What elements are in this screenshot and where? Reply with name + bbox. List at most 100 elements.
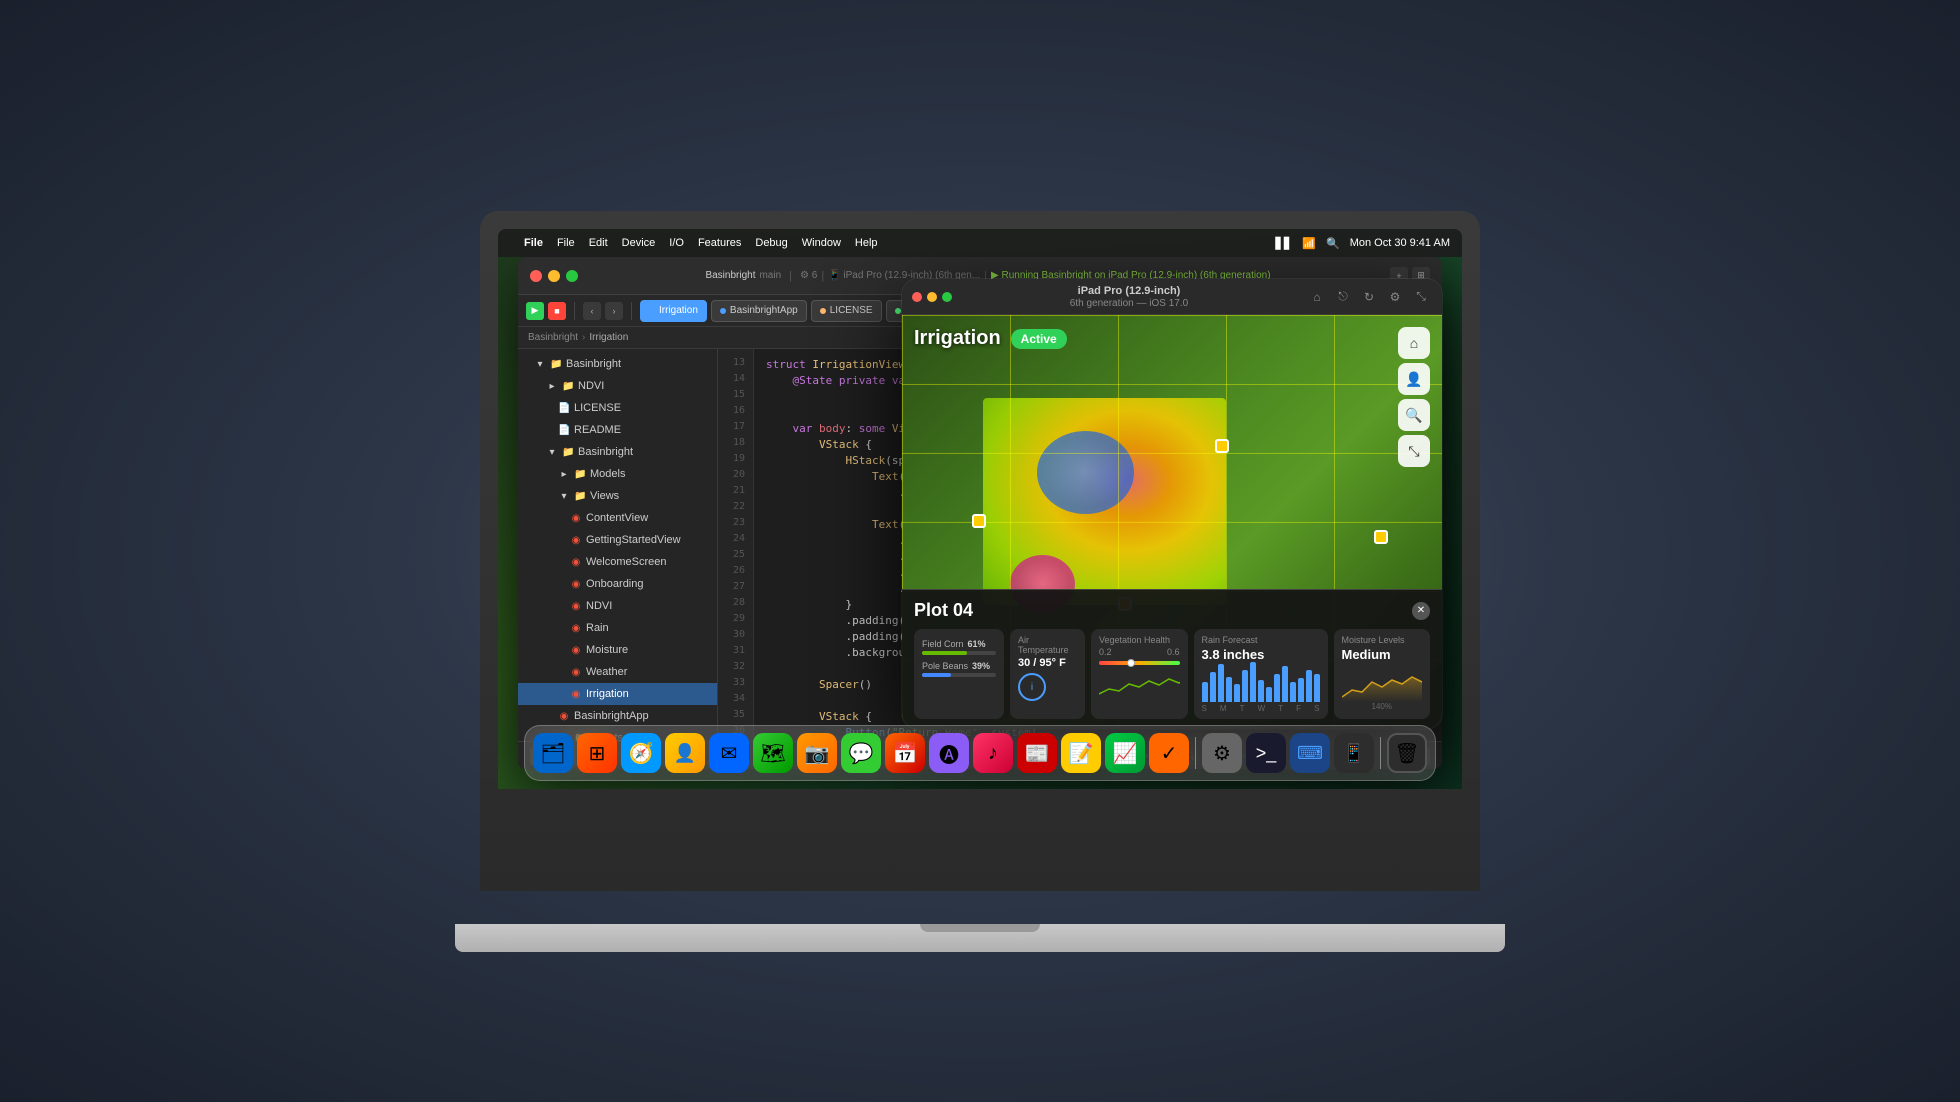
dock-terminal[interactable]: >_ bbox=[1246, 733, 1286, 773]
dock-news[interactable]: 📰 bbox=[1017, 733, 1057, 773]
dock-mail[interactable]: ✉ bbox=[709, 733, 749, 773]
dock-finder[interactable]: 🗂 bbox=[533, 733, 573, 773]
menu-help[interactable]: Help bbox=[855, 237, 878, 249]
back-button[interactable]: ‹ bbox=[583, 302, 601, 320]
menu-file[interactable]: File bbox=[557, 237, 575, 249]
dock-calendar[interactable]: 📅 bbox=[885, 733, 925, 773]
vegetation-health-bar bbox=[1099, 661, 1180, 665]
moisture-pct: 140% bbox=[1342, 702, 1423, 711]
dock-maps[interactable]: 🗺 bbox=[753, 733, 793, 773]
sidebar-item-contentview[interactable]: ◉ ContentView bbox=[518, 507, 717, 529]
dock-notes[interactable]: 📝 bbox=[1061, 733, 1101, 773]
crop-fieldcorn-bar-fill bbox=[922, 651, 967, 655]
sidebar-item-license[interactable]: 📄 LICENSE bbox=[518, 397, 717, 419]
app-menu-simulator[interactable]: File bbox=[524, 237, 543, 249]
rain-bar-5 bbox=[1234, 684, 1240, 702]
sidebar-item-basinbrightapp[interactable]: ◉ BasinbrightApp bbox=[518, 705, 717, 727]
dock-trash[interactable]: 🗑 bbox=[1387, 733, 1427, 773]
dock-reminders[interactable]: ✓ bbox=[1149, 733, 1189, 773]
breadcrumb-root[interactable]: Basinbright bbox=[528, 332, 578, 343]
menubar-search[interactable]: 🔍 bbox=[1326, 237, 1340, 250]
forward-button[interactable]: › bbox=[605, 302, 623, 320]
moisture-value: Medium bbox=[1342, 647, 1423, 662]
minimize-button[interactable] bbox=[548, 270, 560, 282]
sidebar-item-ndvi-view[interactable]: ◉ NDVI bbox=[518, 595, 717, 617]
rain-forecast-card: Rain Forecast 3.8 inches bbox=[1194, 629, 1328, 719]
sidebar-label-license: LICENSE bbox=[574, 402, 621, 414]
breadcrumb-irrigation[interactable]: Irrigation bbox=[589, 332, 628, 343]
map-home-btn[interactable]: ⌂ bbox=[1398, 327, 1430, 359]
close-button[interactable] bbox=[530, 270, 542, 282]
menu-features[interactable]: Features bbox=[698, 237, 741, 249]
line-num-34: 34 bbox=[718, 693, 753, 709]
dock-system-prefs[interactable]: ⚙ bbox=[1202, 733, 1242, 773]
maximize-button[interactable] bbox=[566, 270, 578, 282]
dock-stocks[interactable]: 📈 bbox=[1105, 733, 1145, 773]
dock-photos[interactable]: 📷 bbox=[797, 733, 837, 773]
run-button[interactable]: ▶ bbox=[526, 302, 544, 320]
rain-bar-3 bbox=[1218, 664, 1224, 702]
dock-appstore[interactable]: 🅐 bbox=[929, 733, 969, 773]
map-marker-2 bbox=[1215, 439, 1229, 453]
sidebar-label-models: Models bbox=[590, 468, 625, 480]
sidebar-item-readme[interactable]: 📄 README bbox=[518, 419, 717, 441]
sidebar-item-models[interactable]: ▸ 📁 Models bbox=[518, 463, 717, 485]
line-num-23: 23 bbox=[718, 517, 753, 533]
ipad-close-btn[interactable] bbox=[912, 292, 922, 302]
sidebar-item-views[interactable]: ▾ 📁 Views bbox=[518, 485, 717, 507]
sidebar-item-welcomescreen[interactable]: ◉ WelcomeScreen bbox=[518, 551, 717, 573]
stop-button[interactable]: ■ bbox=[548, 302, 566, 320]
sidebar-item-ndvi-folder[interactable]: ▸ 📁 NDVI bbox=[518, 375, 717, 397]
crop-polebeans-bar-bg bbox=[922, 673, 996, 677]
chevron-right-icon: ▸ bbox=[546, 381, 558, 392]
rain-bar-2 bbox=[1210, 672, 1216, 702]
chevron-right-icon-models: ▸ bbox=[558, 469, 570, 480]
dock-simulator[interactable]: 📱 bbox=[1334, 733, 1374, 773]
menu-window[interactable]: Window bbox=[802, 237, 841, 249]
sidebar-item-irrigation[interactable]: ◉ Irrigation bbox=[518, 683, 717, 705]
folder-icon-ndvi: 📁 bbox=[562, 381, 574, 392]
sidebar-item-gettingstarted[interactable]: ◉ GettingStartedView bbox=[518, 529, 717, 551]
map-person-btn[interactable]: 👤 bbox=[1398, 363, 1430, 395]
menu-device[interactable]: Device bbox=[622, 237, 656, 249]
dock-xcode[interactable]: ⌨ bbox=[1290, 733, 1330, 773]
sidebar-item-onboarding[interactable]: ◉ Onboarding bbox=[518, 573, 717, 595]
rain-bar-12 bbox=[1290, 682, 1296, 702]
ipad-min-btn[interactable] bbox=[927, 292, 937, 302]
map-expand-btn[interactable]: ⤡ bbox=[1398, 435, 1430, 467]
ipad-expand-icon[interactable]: ⤡ bbox=[1410, 286, 1432, 308]
dock-music[interactable]: ♪ bbox=[973, 733, 1013, 773]
sidebar-item-basinbright-sub[interactable]: ▾ 📁 Basinbright bbox=[518, 441, 717, 463]
map-navigation-buttons: ⌂ 👤 🔍 ⤡ bbox=[1398, 327, 1430, 467]
tab-basinbright-app[interactable]: BasinbrightApp bbox=[711, 300, 807, 322]
swift-icon-rain: ◉ bbox=[570, 623, 582, 634]
dock-safari[interactable]: 🧭 bbox=[621, 733, 661, 773]
swift-icon-contentview: ◉ bbox=[570, 513, 582, 524]
plot-card-header: Plot 04 ✕ bbox=[914, 600, 1430, 621]
tab-irrigation[interactable]: Irrigation bbox=[640, 300, 707, 322]
map-zoom-btn[interactable]: 🔍 bbox=[1398, 399, 1430, 431]
folder-icon-views: 📁 bbox=[574, 491, 586, 502]
sidebar-item-weather[interactable]: ◉ Weather bbox=[518, 661, 717, 683]
ipad-max-btn[interactable] bbox=[942, 292, 952, 302]
dock-launchpad[interactable]: ⊞ bbox=[577, 733, 617, 773]
irrigation-app-title: Irrigation bbox=[914, 327, 1001, 350]
crop-pole-beans: Pole Beans 39% bbox=[922, 661, 996, 671]
rain-bar-13 bbox=[1298, 678, 1304, 702]
dock-contacts[interactable]: 👤 bbox=[665, 733, 705, 773]
sidebar-item-rain[interactable]: ◉ Rain bbox=[518, 617, 717, 639]
ipad-lock-icon[interactable]: ⎋ bbox=[1332, 286, 1354, 308]
plot-close-button[interactable]: ✕ bbox=[1412, 602, 1430, 620]
plot-info-card: Plot 04 ✕ Field Corn 61% bbox=[902, 589, 1442, 729]
ipad-home-icon[interactable]: ⌂ bbox=[1306, 286, 1328, 308]
menu-edit[interactable]: Edit bbox=[589, 237, 608, 249]
ipad-rotate-icon[interactable]: ↻ bbox=[1358, 286, 1380, 308]
sidebar-item-moisture[interactable]: ◉ Moisture bbox=[518, 639, 717, 661]
ipad-settings-icon[interactable]: ⚙ bbox=[1384, 286, 1406, 308]
sidebar-item-basinbright-root[interactable]: ▾ 📁 Basinbright bbox=[518, 353, 717, 375]
tab-license[interactable]: LICENSE bbox=[811, 300, 882, 322]
menu-io[interactable]: I/O bbox=[669, 237, 684, 249]
dock-messages[interactable]: 💬 bbox=[841, 733, 881, 773]
crop-info-card: Field Corn 61% Pole Beans 3 bbox=[914, 629, 1004, 719]
menu-debug[interactable]: Debug bbox=[755, 237, 787, 249]
